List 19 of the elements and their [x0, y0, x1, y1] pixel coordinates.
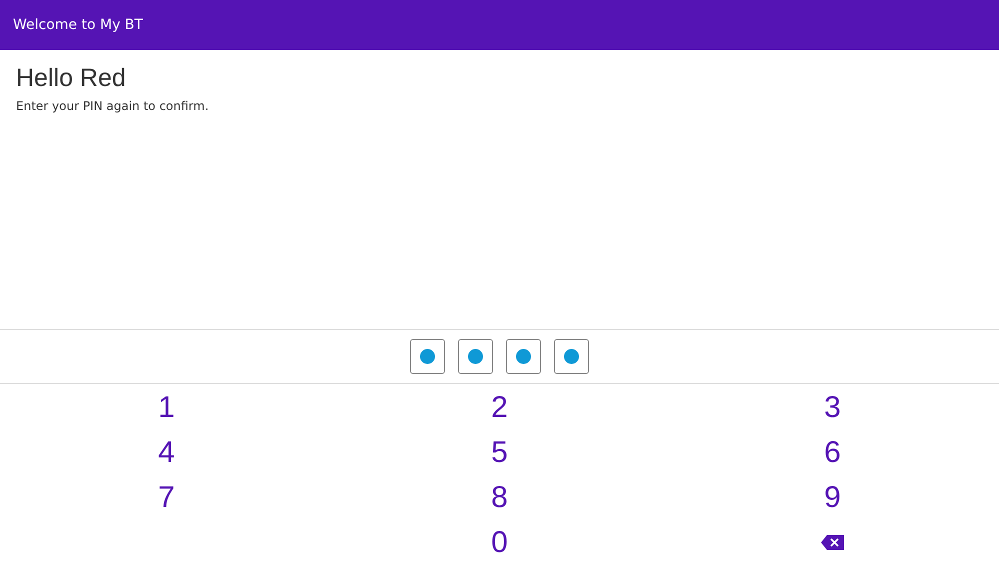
pin-dot-icon [564, 349, 579, 364]
digit-key[interactable]: 7 [152, 478, 181, 518]
header-title: Welcome to My BT [13, 17, 143, 33]
digit-key[interactable]: 6 [818, 432, 847, 472]
digit-key[interactable]: 1 [152, 388, 181, 428]
digit-key[interactable]: 5 [485, 432, 514, 472]
digit-key[interactable]: 8 [485, 478, 514, 518]
digit-key[interactable]: 0 [485, 522, 514, 562]
pin-dot-icon [468, 349, 483, 364]
greeting: Hello Red [16, 64, 127, 93]
digit-key[interactable]: 9 [818, 478, 847, 518]
digit-key[interactable]: 4 [152, 432, 181, 472]
pin-dot-icon [516, 349, 531, 364]
backspace-icon [821, 535, 844, 550]
backspace-key[interactable] [819, 533, 846, 552]
pin-dot-icon [420, 349, 435, 364]
digit-key[interactable]: 3 [818, 388, 847, 428]
digit-key[interactable]: 2 [485, 388, 514, 428]
instruction-text: Enter your PIN again to confirm. [16, 99, 210, 113]
